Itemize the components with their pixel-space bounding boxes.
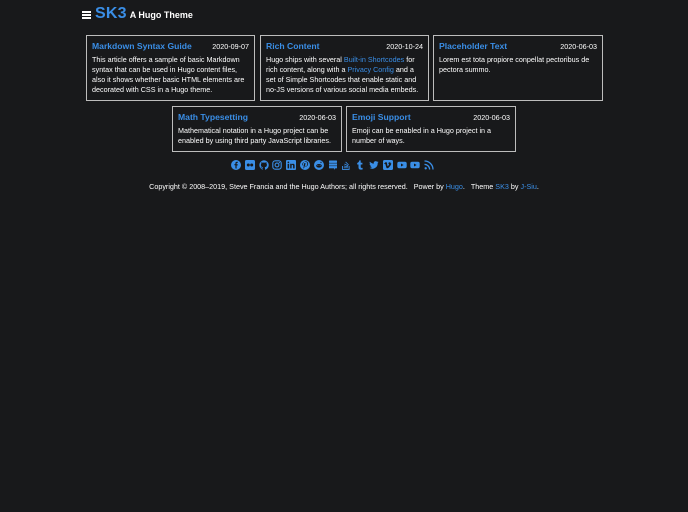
- linkedin-icon[interactable]: [286, 160, 297, 170]
- post-card-emoji-support: Emoji Support 2020-06-03 Emoji can be en…: [346, 106, 516, 152]
- stack-exchange-icon[interactable]: [328, 160, 338, 170]
- site-header: SK3 A Hugo Theme: [82, 5, 193, 23]
- post-card-rich-content: Rich Content 2020-10-24 Hugo ships with …: [260, 35, 429, 101]
- flickr-icon[interactable]: [244, 160, 255, 170]
- vimeo-icon[interactable]: [382, 160, 393, 170]
- post-card-math-typesetting: Math Typesetting 2020-06-03 Mathematical…: [172, 106, 342, 152]
- post-date: 2020-06-03: [473, 113, 510, 122]
- tumblr-icon[interactable]: [355, 160, 365, 170]
- theme-label: Theme: [470, 182, 494, 191]
- facebook-icon[interactable]: [231, 160, 241, 170]
- post-date: 2020-06-03: [299, 113, 336, 122]
- post-date: 2020-10-24: [386, 42, 423, 51]
- site-title-link[interactable]: SK3: [95, 5, 127, 23]
- post-title-link[interactable]: Placeholder Text: [439, 41, 507, 51]
- post-title-link[interactable]: Emoji Support: [352, 112, 411, 122]
- privacy-config-link[interactable]: Privacy Config: [348, 65, 394, 74]
- social-links: [231, 160, 434, 170]
- summary-text: Hugo ships with several: [266, 55, 344, 64]
- post-date: 2020-09-07: [212, 42, 249, 51]
- post-summary: Mathematical notation in a Hugo project …: [178, 126, 332, 145]
- youtube-alt-icon[interactable]: [410, 160, 421, 170]
- post-summary: Emoji can be enabled in a Hugo project i…: [352, 126, 492, 145]
- instagram-icon[interactable]: [272, 160, 283, 170]
- youtube-icon[interactable]: [396, 160, 407, 170]
- builtin-shortcodes-link[interactable]: Built-in Shortcodes: [344, 55, 404, 64]
- pinterest-icon[interactable]: [299, 160, 310, 170]
- post-title-link[interactable]: Markdown Syntax Guide: [92, 41, 192, 51]
- hamburger-menu-icon[interactable]: [82, 11, 91, 19]
- github-icon[interactable]: [258, 160, 269, 170]
- hugo-link[interactable]: Hugo: [446, 182, 463, 191]
- post-title-link[interactable]: Math Typesetting: [178, 112, 248, 122]
- post-title-link[interactable]: Rich Content: [266, 41, 319, 51]
- theme-sk3-link[interactable]: SK3: [495, 182, 509, 191]
- rss-icon[interactable]: [424, 160, 434, 170]
- twitter-icon[interactable]: [369, 160, 379, 170]
- post-date: 2020-06-03: [560, 42, 597, 51]
- site-footer: Copyright © 2008–2019, Steve Francia and…: [149, 182, 539, 191]
- author-link[interactable]: J-Siu: [520, 182, 536, 191]
- site-subtitle: A Hugo Theme: [129, 10, 193, 20]
- stack-overflow-icon[interactable]: [341, 160, 351, 170]
- post-summary: Lorem est tota propiore conpellat pector…: [439, 55, 590, 74]
- post-card-placeholder-text: Placeholder Text 2020-06-03 Lorem est to…: [433, 35, 603, 101]
- post-card-markdown-syntax: Markdown Syntax Guide 2020-09-07 This ar…: [86, 35, 255, 101]
- post-summary: Hugo ships with several Built-in Shortco…: [266, 55, 423, 95]
- reddit-icon[interactable]: [313, 160, 324, 170]
- by-label: by: [510, 182, 519, 191]
- post-summary: This article offers a sample of basic Ma…: [92, 55, 245, 94]
- power-by-label: Power by: [413, 182, 444, 191]
- copyright-text: Copyright © 2008–2019, Steve Francia and…: [149, 182, 408, 191]
